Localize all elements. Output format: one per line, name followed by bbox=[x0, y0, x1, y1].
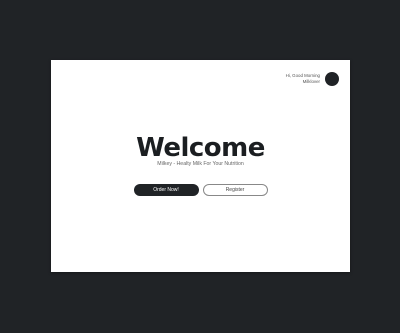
register-button[interactable]: Register bbox=[202, 184, 268, 196]
page-title: Welcome bbox=[136, 133, 265, 163]
action-buttons: Order Now! Register bbox=[51, 184, 350, 196]
page-subtitle: Milkey - Healty Milk For Your Nutrition bbox=[157, 161, 244, 167]
username-label: Milklover bbox=[302, 79, 320, 84]
order-now-button[interactable]: Order Now! bbox=[133, 184, 199, 196]
user-greeting-text: Hi, Good Morning Milklover bbox=[286, 73, 320, 85]
welcome-card: Hi, Good Morning Milklover Welcome Milke… bbox=[51, 60, 350, 272]
user-greeting-block: Hi, Good Morning Milklover bbox=[286, 72, 339, 86]
avatar[interactable] bbox=[325, 72, 339, 86]
